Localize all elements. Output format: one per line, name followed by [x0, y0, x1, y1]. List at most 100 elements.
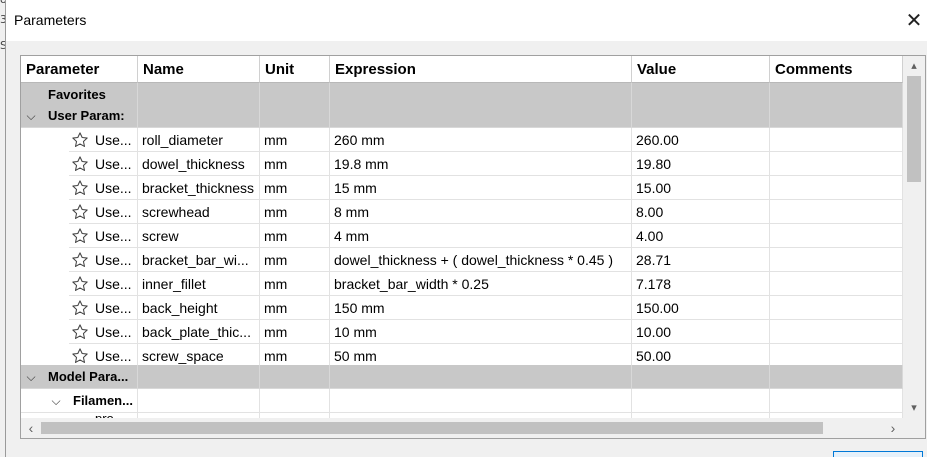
star-outline-icon[interactable]	[71, 323, 89, 341]
column-header-unit[interactable]: Unit	[260, 56, 330, 83]
unit-cell[interactable]: mm	[260, 224, 330, 248]
comments-cell[interactable]	[770, 128, 903, 152]
name-cell[interactable]: screwhead	[138, 200, 260, 224]
parameters-grid: Parameter Name Unit Expression Value Com…	[20, 55, 926, 439]
unit-cell[interactable]: mm	[260, 296, 330, 320]
value-cell: 150.00	[632, 296, 770, 320]
unit-cell[interactable]: mm	[260, 272, 330, 296]
dialog-button-edge[interactable]	[833, 451, 923, 457]
parameter-cell: Use...	[69, 152, 138, 176]
comments-cell[interactable]	[770, 320, 903, 344]
star-outline-icon[interactable]	[71, 131, 89, 149]
chevron-down-icon[interactable]: ⌵	[24, 365, 38, 389]
expression-cell[interactable]: 4 mm	[330, 224, 632, 248]
name-cell[interactable]: screw	[138, 224, 260, 248]
title-bar: Parameters ✕	[6, 0, 927, 41]
unit-cell[interactable]: mm	[260, 152, 330, 176]
table-row[interactable]: Use... roll_diameter mm 260 mm 260.00	[21, 128, 903, 152]
parameter-cell: Use...	[69, 248, 138, 272]
horizontal-scrollbar[interactable]: ‹ ›	[21, 418, 903, 438]
close-icon[interactable]: ✕	[902, 9, 926, 33]
expression-cell[interactable]: dowel_thickness + ( dowel_thickness * 0.…	[330, 248, 632, 272]
expression-cell[interactable]: 8 mm	[330, 200, 632, 224]
star-outline-icon[interactable]	[71, 251, 89, 269]
vertical-scrollbar[interactable]: ▴ ▾	[903, 56, 925, 418]
parameters-dialog: Parameters ✕ Parameter Name Unit Express…	[5, 0, 927, 457]
name-cell[interactable]: bracket_bar_wi...	[138, 248, 260, 272]
comments-cell[interactable]	[770, 224, 903, 248]
name-cell[interactable]: back_plate_thic...	[138, 320, 260, 344]
table-row[interactable]: Use... bracket_thickness mm 15 mm 15.00	[21, 176, 903, 200]
value-cell: 28.71	[632, 248, 770, 272]
comments-cell[interactable]	[770, 152, 903, 176]
value-cell: 4.00	[632, 224, 770, 248]
table-row[interactable]: Use... bracket_bar_wi... mm dowel_thickness…	[21, 248, 903, 272]
table-row[interactable]: Use... back_plate_thic... mm 10 mm 10.00	[21, 320, 903, 344]
chevron-up-icon[interactable]: ▴	[903, 56, 925, 76]
parameter-cell: Use...	[69, 176, 138, 200]
unit-cell[interactable]: mm	[260, 248, 330, 272]
group-row-user-parameters[interactable]: ⌵ User Param:	[21, 104, 903, 128]
star-outline-icon[interactable]	[71, 227, 89, 245]
parameter-type-cell: Use...	[95, 156, 132, 172]
expression-cell[interactable]: 150 mm	[330, 296, 632, 320]
table-row[interactable]: Use... inner_fillet mm bracket_bar_width * …	[21, 272, 903, 296]
value-cell: 8.00	[632, 200, 770, 224]
star-outline-icon[interactable]	[71, 155, 89, 173]
comments-cell[interactable]	[770, 176, 903, 200]
star-outline-icon[interactable]	[71, 347, 89, 365]
chevron-right-icon[interactable]: ›	[883, 418, 903, 438]
value-cell: 7.178	[632, 272, 770, 296]
comments-cell[interactable]	[770, 248, 903, 272]
parameter-type-cell: Use...	[95, 252, 132, 268]
expression-cell[interactable]: 15 mm	[330, 176, 632, 200]
unit-cell[interactable]: mm	[260, 320, 330, 344]
window-title: Parameters	[14, 12, 87, 28]
expression-cell[interactable]: 19.8 mm	[330, 152, 632, 176]
value-cell: 19.80	[632, 152, 770, 176]
parameter-cell: Use...	[69, 296, 138, 320]
table-row[interactable]: Use... dowel_thickness mm 19.8 mm 19.80	[21, 152, 903, 176]
chevron-left-icon[interactable]: ‹	[21, 418, 41, 438]
star-outline-icon[interactable]	[71, 179, 89, 197]
table-row[interactable]: Use... back_height mm 150 mm 150.00	[21, 296, 903, 320]
name-cell[interactable]: inner_fillet	[138, 272, 260, 296]
parameter-cell: Use...	[69, 272, 138, 296]
comments-cell[interactable]	[770, 296, 903, 320]
chevron-down-icon[interactable]: ⌵	[49, 389, 63, 413]
comments-cell[interactable]	[770, 272, 903, 296]
chevron-down-icon[interactable]: ▾	[903, 398, 925, 418]
unit-cell[interactable]: mm	[260, 176, 330, 200]
column-header-name[interactable]: Name	[138, 56, 260, 83]
column-header-comments[interactable]: Comments	[770, 56, 903, 83]
group-row-model-parameters[interactable]: ⌵ Model Para...	[21, 365, 903, 389]
unit-cell[interactable]: mm	[260, 128, 330, 152]
table-row[interactable]: Use... screwhead mm 8 mm 8.00	[21, 200, 903, 224]
expression-cell[interactable]: bracket_bar_width * 0.25	[330, 272, 632, 296]
parameter-type-cell: Use...	[95, 132, 132, 148]
comments-cell[interactable]	[770, 200, 903, 224]
table-row[interactable]: Use... screw mm 4 mm 4.00	[21, 224, 903, 248]
name-cell[interactable]: roll_diameter	[138, 128, 260, 152]
star-outline-icon[interactable]	[71, 299, 89, 317]
star-outline-icon[interactable]	[71, 203, 89, 221]
value-cell: 15.00	[632, 176, 770, 200]
group-row-filament[interactable]: ⌵ Filamen...	[21, 389, 903, 413]
column-header-value[interactable]: Value	[632, 56, 770, 83]
parameter-cell: Use...	[69, 224, 138, 248]
parameter-cell: Use...	[69, 200, 138, 224]
expression-cell[interactable]: 10 mm	[330, 320, 632, 344]
name-cell[interactable]: back_height	[138, 296, 260, 320]
column-header-expression[interactable]: Expression	[330, 56, 632, 83]
star-outline-icon[interactable]	[71, 275, 89, 293]
parameter-type-cell: Use...	[95, 276, 132, 292]
column-header-parameter[interactable]: Parameter	[21, 56, 138, 83]
unit-cell[interactable]: mm	[260, 200, 330, 224]
name-cell[interactable]: bracket_thickness	[138, 176, 260, 200]
parameter-type-cell: Use...	[95, 228, 132, 244]
expression-cell[interactable]: 260 mm	[330, 128, 632, 152]
horizontal-scroll-thumb[interactable]	[41, 422, 823, 434]
vertical-scroll-thumb[interactable]	[907, 76, 921, 182]
name-cell[interactable]: dowel_thickness	[138, 152, 260, 176]
chevron-down-icon[interactable]: ⌵	[24, 104, 38, 128]
